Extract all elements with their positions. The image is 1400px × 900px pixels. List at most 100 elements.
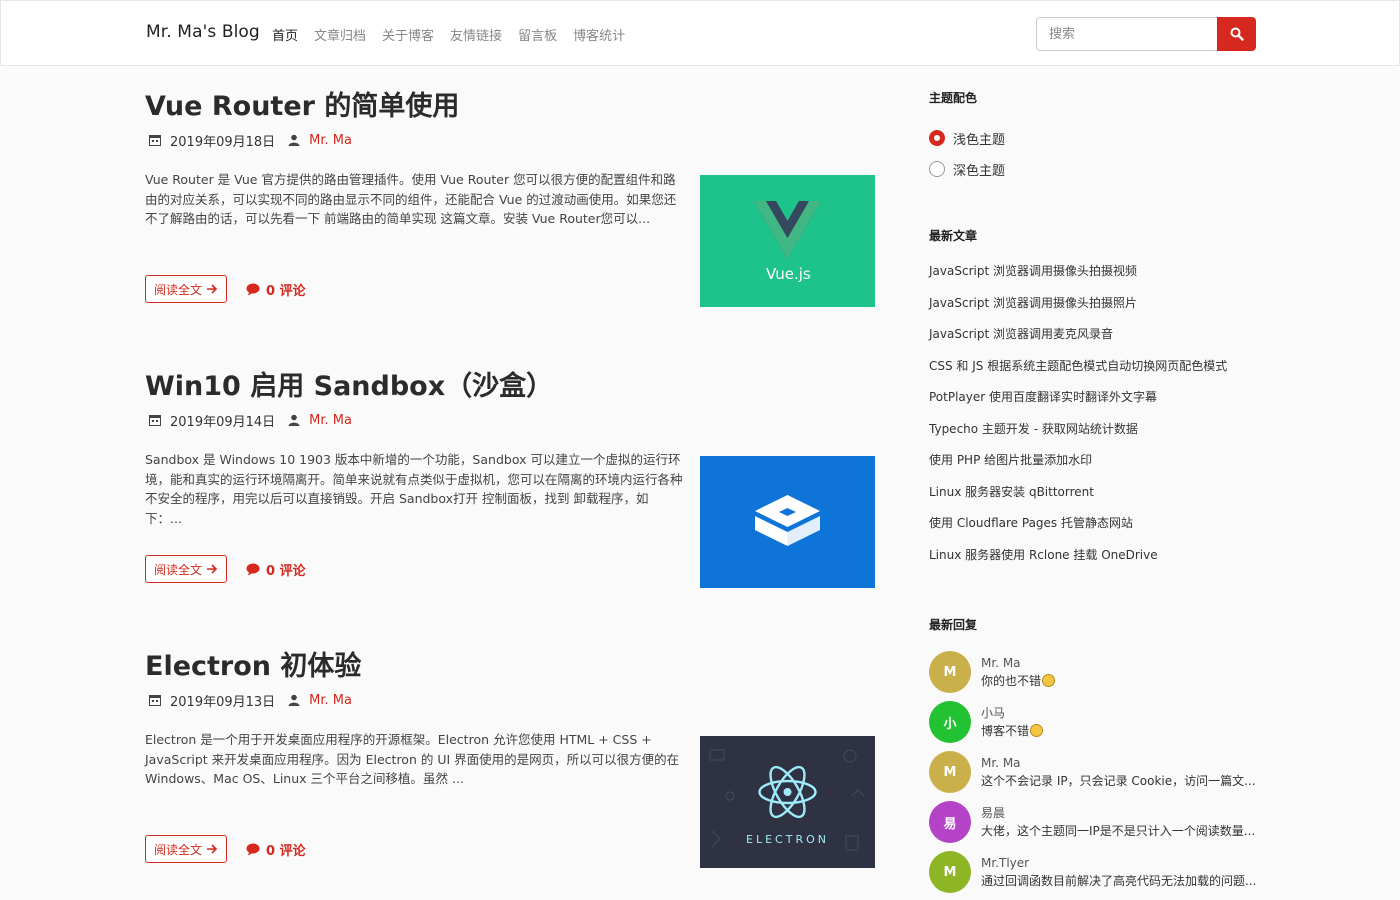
comments-count: 0 评论 [266, 563, 306, 579]
comments-link[interactable]: 0 评论 [246, 560, 306, 579]
comments-count: 0 评论 [266, 283, 306, 299]
post-excerpt: Sandbox 是 Windows 10 1903 版本中新增的一个功能，San… [145, 452, 683, 526]
vue-logo-icon: Vue.js [754, 201, 821, 283]
read-more-label: 阅读全文 [154, 842, 203, 857]
theme-option-label: 浅色主题 [953, 132, 1006, 148]
sandbox-logo-icon [755, 495, 820, 546]
reply-author: Mr. Ma [981, 756, 1021, 770]
replies-heading: 最新回复 [929, 618, 978, 632]
post-title[interactable]: Vue Router 的简单使用 [145, 89, 875, 125]
recent-post-link[interactable]: CSS 和 JS 根据系统主题配色模式自动切换网页配色模式 [929, 356, 1269, 388]
avatar: M [929, 851, 971, 893]
recent-heading: 最新文章 [929, 229, 978, 243]
post-author[interactable]: Mr. Ma [309, 133, 352, 148]
reply-item[interactable]: 易 易晨 大佬，这个主题同一IP是不是只计入一个阅读数量... [929, 797, 1269, 847]
post-thumbnail-electron[interactable]: ELECTRON [700, 736, 875, 868]
post-title[interactable]: Electron 初体验 [145, 649, 875, 685]
reply-item[interactable]: 小 小马 博客不错 [929, 697, 1269, 747]
avatar: 小 [929, 701, 971, 743]
comment-icon [246, 843, 260, 855]
post-card: Electron 初体验 2019年09月13日 Mr. Ma Electron… [145, 649, 875, 869]
theme-option-light[interactable]: 浅色主题 [929, 128, 1269, 148]
reply-content: 小马 博客不错 [981, 704, 1044, 740]
recent-post-link[interactable]: Linux 服务器使用 Rclone 挂载 OneDrive [929, 545, 1269, 577]
reply-author: 小马 [981, 706, 1006, 720]
post-thumbnail-vue[interactable]: Vue.js [700, 175, 875, 307]
read-more-button[interactable]: 阅读全文 [145, 275, 228, 303]
top-navbar: Mr. Ma's Blog 首页 文章归档 关于博客 友情链接 留言板 博客统计 [0, 0, 1400, 66]
reply-author: Mr.Tlyer [981, 856, 1030, 870]
post-meta: 2019年09月13日 Mr. Ma [145, 691, 875, 710]
reply-message: 博客不错 [981, 724, 1030, 738]
post-card: Win10 启用 Sandbox（沙盒） 2019年09月14日 Mr. Ma … [145, 369, 875, 589]
read-more-label: 阅读全文 [154, 562, 203, 577]
read-more-button[interactable]: 阅读全文 [145, 555, 228, 583]
theme-option-dark[interactable]: 深色主题 [929, 159, 1269, 179]
search-icon [1230, 27, 1244, 41]
arrow-right-icon [207, 844, 218, 854]
post-author[interactable]: Mr. Ma [309, 693, 352, 708]
reply-content: Mr.Tlyer 通过回调函数目前解决了高亮代码无法加载的问题... [981, 854, 1256, 890]
post-meta: 2019年09月14日 Mr. Ma [145, 411, 875, 430]
recent-post-link[interactable]: 使用 Cloudflare Pages 托管静态网站 [929, 513, 1269, 545]
recent-post-link[interactable]: JavaScript 浏览器调用麦克风录音 [929, 324, 1269, 356]
read-more-label: 阅读全文 [154, 282, 203, 297]
search-input[interactable] [1036, 17, 1217, 51]
post-actions: 阅读全文 0 评论 [145, 555, 306, 583]
calendar-icon [148, 693, 162, 707]
reply-message: 通过回调函数目前解决了高亮代码无法加载的问题... [981, 874, 1257, 888]
recent-post-link[interactable]: 使用 PHP 给图片批量添加水印 [929, 450, 1269, 482]
calendar-icon [148, 413, 162, 427]
electron-logo-icon: ELECTRON [709, 749, 865, 851]
calendar-icon [148, 133, 162, 147]
comment-icon [246, 283, 260, 295]
radio-checked-icon[interactable] [929, 130, 945, 146]
comments-link[interactable]: 0 评论 [246, 840, 306, 859]
user-icon [287, 693, 301, 707]
nav-about[interactable]: 关于博客 [382, 25, 434, 44]
nav-stats[interactable]: 博客统计 [573, 25, 625, 44]
reply-message-line: 博客不错 [981, 722, 1044, 740]
reply-content: Mr. Ma 这个不会记录 IP，只会记录 Cookie，访问一篇文... [981, 754, 1256, 790]
nav-guestbook[interactable]: 留言板 [518, 25, 557, 44]
reply-author: Mr. Ma [981, 656, 1021, 670]
nav-links[interactable]: 友情链接 [450, 25, 502, 44]
vue-logo-text: Vue.js [766, 265, 811, 283]
recent-post-link[interactable]: Typecho 主题开发 - 获取网站统计数据 [929, 419, 1269, 451]
reply-message: 这个不会记录 IP，只会记录 Cookie，访问一篇文... [981, 774, 1256, 788]
site-brand[interactable]: Mr. Ma's Blog [146, 22, 260, 42]
post-thumbnail-sandbox[interactable] [700, 456, 875, 588]
post-excerpt: Vue Router 是 Vue 官方提供的路由管理插件。使用 Vue Rout… [145, 172, 677, 227]
reply-author: 易晨 [981, 806, 1006, 820]
reply-message-line: 你的也不错 [981, 672, 1056, 690]
recent-post-link[interactable]: PotPlayer 使用百度翻译实时翻译外文字幕 [929, 387, 1269, 419]
radio-unchecked-icon[interactable] [929, 161, 945, 177]
post-excerpt: Electron 是一个用于开发桌面应用程序的开源框架。Electron 允许您… [145, 732, 680, 787]
arrow-right-icon [207, 564, 218, 574]
nav-home[interactable]: 首页 [272, 25, 298, 44]
post-author[interactable]: Mr. Ma [309, 413, 352, 428]
reply-item[interactable]: M Mr. Ma 你的也不错 [929, 647, 1269, 697]
comments-link[interactable]: 0 评论 [246, 280, 306, 299]
post-title[interactable]: Win10 启用 Sandbox（沙盒） [145, 369, 875, 405]
reply-item[interactable]: M Mr. Ma 这个不会记录 IP，只会记录 Cookie，访问一篇文... [929, 747, 1269, 797]
grin-emoji-icon [1042, 674, 1056, 687]
read-more-button[interactable]: 阅读全文 [145, 835, 228, 863]
theme-heading: 主题配色 [929, 91, 978, 105]
recent-post-link[interactable]: JavaScript 浏览器调用摄像头拍摄照片 [929, 293, 1269, 325]
search-button[interactable] [1217, 17, 1256, 51]
comments-count: 0 评论 [266, 843, 306, 859]
avatar: M [929, 651, 971, 693]
post-date: 2019年09月18日 [170, 134, 276, 150]
post-actions: 阅读全文 0 评论 [145, 835, 306, 863]
reply-content: Mr. Ma 你的也不错 [981, 654, 1056, 690]
reply-message: 大佬，这个主题同一IP是不是只计入一个阅读数量... [981, 824, 1256, 838]
recent-post-link[interactable]: JavaScript 浏览器调用摄像头拍摄视频 [929, 261, 1269, 293]
reply-item[interactable]: M Mr.Tlyer 通过回调函数目前解决了高亮代码无法加载的问题... [929, 847, 1269, 897]
theme-widget: 主题配色 浅色主题 深色主题 [929, 89, 1269, 179]
post-date: 2019年09月14日 [170, 414, 276, 430]
nav-archive[interactable]: 文章归档 [314, 25, 366, 44]
avatar: 易 [929, 801, 971, 843]
reply-content: 易晨 大佬，这个主题同一IP是不是只计入一个阅读数量... [981, 804, 1255, 840]
recent-post-link[interactable]: Linux 服务器安装 qBittorrent [929, 482, 1269, 514]
